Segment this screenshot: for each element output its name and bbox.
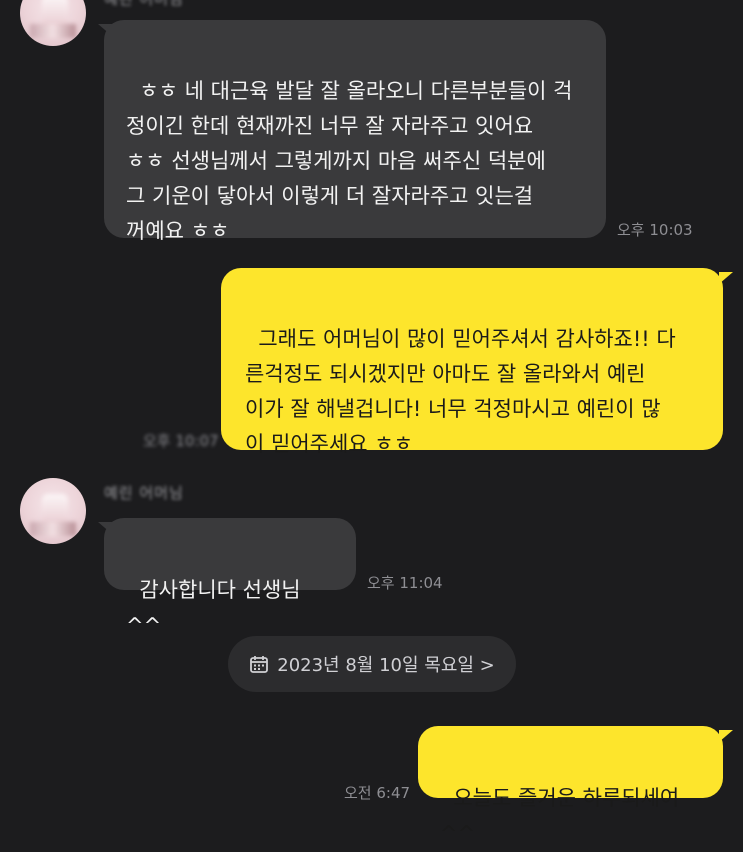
message-time: 오후 10:03 [617, 221, 693, 239]
message-time: 오후 11:04 [367, 574, 443, 592]
avatar[interactable] [20, 478, 86, 544]
sender-name: 예린 어머님 [104, 484, 184, 502]
avatar-photo-detail [30, 522, 76, 536]
date-divider[interactable]: 2023년 8월 10일 목요일 > [228, 636, 516, 692]
avatar-photo-detail [30, 24, 76, 38]
message-time: 오전 6:47 [344, 784, 411, 802]
incoming-message-bubble[interactable]: ㅎㅎ 네 대근육 발달 잘 올라오니 다른부분들이 걱 정이긴 한데 현재까진 … [104, 20, 606, 243]
sender-name: 예린 어머님 [104, 0, 184, 9]
avatar[interactable] [20, 0, 86, 46]
message-time: 오후 10:07 [143, 432, 219, 450]
bubble-tail [719, 272, 733, 284]
calendar-icon [250, 656, 269, 673]
outgoing-message-bubble[interactable]: 오늘도 즐거운 하루되세여^^ [418, 726, 723, 846]
incoming-message-bubble[interactable]: 감사합니다 선생님 ^^ [104, 518, 356, 638]
message-text: ㅎㅎ 네 대근육 발달 잘 올라오니 다른부분들이 걱 정이긴 한데 현재까진 … [126, 79, 573, 243]
outgoing-message-bubble[interactable]: 그래도 어머님이 많이 믿어주셔서 감사하죠!! 다 른걱정도 되시겠지만 아마… [221, 268, 723, 456]
message-text: 감사합니다 선생님 ^^ [126, 578, 308, 638]
bubble-tail [719, 730, 733, 742]
message-text: 그래도 어머님이 많이 믿어주셔서 감사하죠!! 다 른걱정도 되시겠지만 아마… [245, 327, 676, 456]
message-text: 오늘도 즐거운 하루되세여^^ [440, 786, 680, 846]
date-label: 2023년 8월 10일 목요일 > [277, 655, 495, 676]
